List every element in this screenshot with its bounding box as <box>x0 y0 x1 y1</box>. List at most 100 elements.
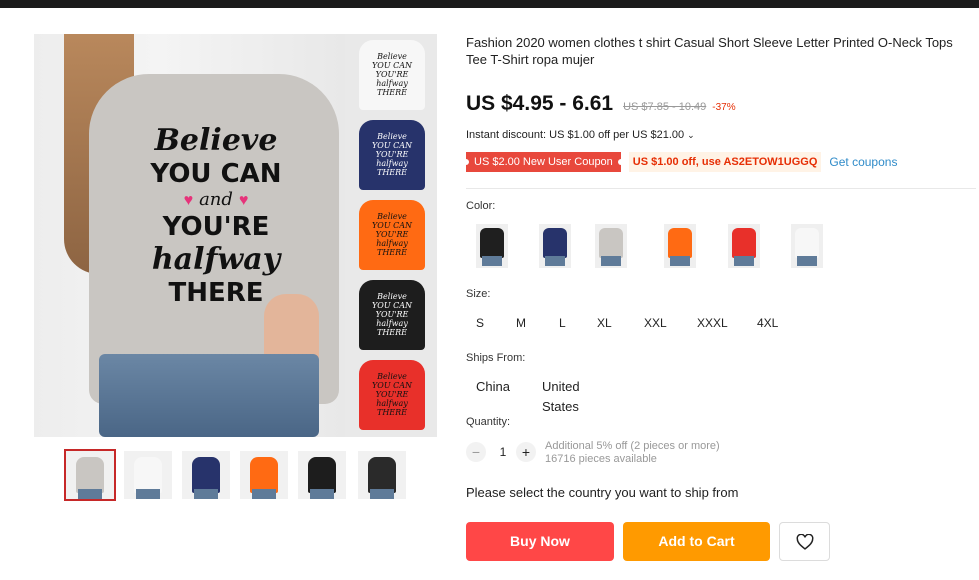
instant-discount-text: Instant discount: US $1.00 off per US $2… <box>466 129 685 141</box>
print-line: THERE <box>168 278 264 308</box>
print-line: YOU CAN <box>150 159 282 189</box>
size-option[interactable]: S <box>476 313 484 333</box>
color-swatch[interactable] <box>595 224 627 268</box>
top-bar <box>0 0 979 8</box>
variant-print-line: Believe <box>377 52 407 61</box>
size-label: Size: <box>466 288 491 300</box>
ships-from-option[interactable]: China <box>476 377 510 397</box>
thumbnail-shorts <box>78 489 102 499</box>
swatch-shirt <box>543 228 567 258</box>
variant-print-line: Believe <box>377 212 407 221</box>
heart-icon: ♥ <box>238 192 249 209</box>
bulk-discount-note: Additional 5% off (2 pieces or more) <box>545 440 720 452</box>
color-swatch[interactable] <box>476 224 508 268</box>
variant-print-line: YOU'RE <box>375 310 409 319</box>
variant-print: Believe YOU CAN YOU'RE halfway THERE <box>359 132 425 177</box>
print-line: YOU'RE <box>162 212 270 242</box>
thumbnail-shirt <box>134 457 162 493</box>
color-label: Color: <box>466 200 496 212</box>
quantity-notes: Additional 5% off (2 pieces or more) 167… <box>545 440 720 466</box>
print-line: Believe <box>154 123 278 158</box>
color-swatch[interactable] <box>664 224 696 268</box>
swatch-shorts <box>601 256 621 266</box>
variant-print: Believe YOU CAN YOU'RE halfway THERE <box>359 212 425 257</box>
thumbnail-image[interactable] <box>124 451 172 499</box>
variant-preview: Believe YOU CAN YOU'RE halfway THERE <box>345 34 437 112</box>
thumbnail-image[interactable] <box>64 449 116 501</box>
swatch-shirt <box>599 228 623 258</box>
size-option[interactable]: XXL <box>644 313 667 333</box>
product-title: Fashion 2020 women clothes t shirt Casua… <box>466 35 953 67</box>
wishlist-button[interactable] <box>779 522 830 561</box>
ships-from-option[interactable]: United States <box>542 377 580 414</box>
thumbnail-shirt <box>368 457 396 493</box>
get-coupons-link[interactable]: Get coupons <box>829 155 897 169</box>
variant-preview: Believe YOU CAN YOU'RE halfway THERE <box>345 194 437 272</box>
variant-print: Believe YOU CAN YOU'RE halfway THERE <box>359 292 425 337</box>
original-price: US $7.85 - 10.49 <box>623 101 707 113</box>
size-option[interactable]: XXXL <box>697 313 728 333</box>
swatch-shorts <box>797 256 817 266</box>
variant-print-line: YOU CAN <box>371 61 413 70</box>
instant-discount[interactable]: Instant discount: US $1.00 off per US $2… <box>466 129 695 141</box>
divider <box>466 188 976 189</box>
store-coupon[interactable]: US $1.00 off, use AS2ETOW1UGGQ <box>628 152 822 172</box>
variant-print-line: THERE <box>376 248 407 257</box>
variant-print-line: YOU CAN <box>371 381 413 390</box>
variant-print-line: YOU'RE <box>375 230 409 239</box>
variant-print-line: halfway <box>376 399 408 408</box>
thumbnail-shirt <box>76 457 104 493</box>
quantity-label: Quantity: <box>466 416 511 428</box>
thumbnail-image[interactable] <box>182 451 230 499</box>
print-line: and <box>199 189 233 210</box>
variant-preview: Believe YOU CAN YOU'RE halfway THERE <box>345 354 437 432</box>
new-user-coupon[interactable]: US $2.00 New User Coupon <box>463 152 624 172</box>
color-swatch[interactable] <box>791 224 823 268</box>
ship-country-prompt: Please select the country you want to sh… <box>466 485 739 500</box>
thumbnail-image[interactable] <box>298 451 346 499</box>
quantity-decrease-button[interactable]: − <box>466 442 486 462</box>
swatch-shirt <box>668 228 692 258</box>
variant-preview: Believe YOU CAN YOU'RE halfway THERE <box>345 114 437 192</box>
color-swatch[interactable] <box>728 224 760 268</box>
variant-print-line: halfway <box>376 79 408 88</box>
variant-print-line: Believe <box>377 372 407 381</box>
variant-print-line: YOU'RE <box>375 390 409 399</box>
size-option[interactable]: XL <box>597 313 612 333</box>
variant-preview-strip: Believe YOU CAN YOU'RE halfway THERE Believe Y… <box>345 34 437 437</box>
thumbnail-image[interactable] <box>358 451 406 499</box>
thumbnail-image[interactable] <box>240 451 288 499</box>
quantity-input[interactable]: 1 <box>496 442 510 462</box>
swatch-shirt <box>480 228 504 258</box>
color-swatch[interactable] <box>539 224 571 268</box>
print-line: halfway <box>151 242 281 277</box>
variant-preview: Believe YOU CAN YOU'RE halfway THERE <box>345 274 437 352</box>
size-option[interactable]: 4XL <box>757 313 778 333</box>
variant-print-line: THERE <box>376 328 407 337</box>
heart-outline-icon <box>796 534 814 550</box>
variant-print-line: halfway <box>376 159 408 168</box>
buy-now-button[interactable]: Buy Now <box>466 522 614 561</box>
size-option[interactable]: M <box>516 313 526 333</box>
variant-print-line: Believe <box>377 292 407 301</box>
quantity-increase-button[interactable]: + <box>516 442 536 462</box>
swatch-shorts <box>482 256 502 266</box>
thumbnail-shorts <box>194 489 218 499</box>
chevron-down-icon[interactable]: ⌄ <box>687 130 695 140</box>
thumbnail-shorts <box>370 489 394 499</box>
ships-from-label: Ships From: <box>466 352 526 364</box>
thumbnail-shorts <box>310 489 334 499</box>
variant-print-line: Believe <box>377 132 407 141</box>
variant-print-line: YOU CAN <box>371 221 413 230</box>
variant-print-line: YOU'RE <box>375 70 409 79</box>
variant-print-line: YOU'RE <box>375 150 409 159</box>
size-option[interactable]: L <box>559 313 566 333</box>
add-to-cart-button[interactable]: Add to Cart <box>623 522 770 561</box>
swatch-shorts <box>545 256 565 266</box>
variant-print: Believe YOU CAN YOU'RE halfway THERE <box>359 52 425 97</box>
print-hearts: ♥ and ♥ <box>126 190 306 211</box>
variant-print-line: YOU CAN <box>371 301 413 310</box>
model-shorts <box>99 354 319 437</box>
swatch-shirt <box>795 228 819 258</box>
price-row: US $4.95 - 6.61 US $7.85 - 10.49 -37% <box>466 92 736 116</box>
